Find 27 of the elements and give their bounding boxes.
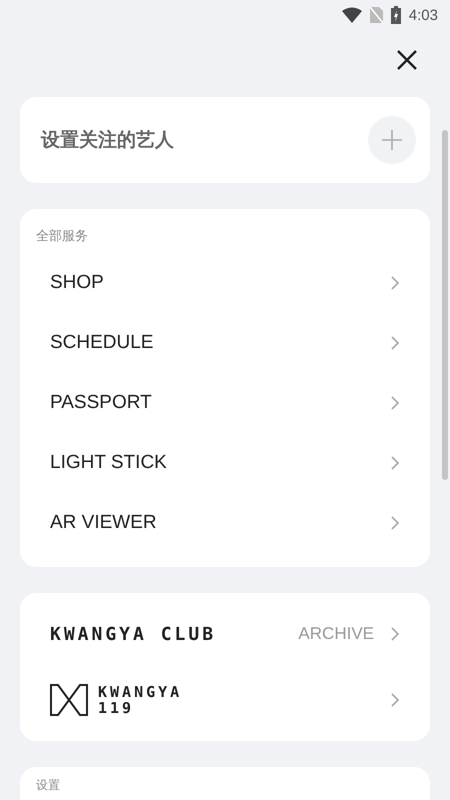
chevron-icon xyxy=(390,335,400,351)
section-title: 全部服务 xyxy=(35,227,89,245)
logo-icon xyxy=(50,684,88,716)
wifi-icon xyxy=(342,7,362,23)
chevron-icon xyxy=(390,275,400,291)
menu-item[interactable]: SCHEDULE xyxy=(20,313,430,373)
chevron-icon xyxy=(390,395,400,411)
logo-text[interactable]: KWANGYA 119 xyxy=(98,684,182,716)
plus-icon xyxy=(381,129,403,151)
chevron-icon xyxy=(390,515,400,531)
menu-item[interactable]: LIGHT STICK xyxy=(20,433,430,493)
status-time: 4:03 xyxy=(408,6,438,24)
menu-item[interactable]: AR VIEWER xyxy=(20,493,430,553)
chevron-icon xyxy=(390,455,400,471)
no-sim-icon xyxy=(370,7,383,23)
menu-item[interactable]: PASSPORT xyxy=(20,373,430,433)
battery-icon xyxy=(390,6,401,24)
add-button[interactable] xyxy=(368,116,416,164)
follow-artist-card[interactable]: 设置关注的艺人 xyxy=(20,97,430,183)
club-logo-text[interactable]: KWANGYA CLUB xyxy=(50,624,216,644)
follow-artist-label: 设置关注的艺人 xyxy=(41,128,174,153)
close-icon xyxy=(396,49,418,71)
menu-item[interactable]: SHOP xyxy=(20,253,430,313)
section-title: 设置 xyxy=(36,777,61,794)
chevron-icon xyxy=(390,692,400,708)
scrollbar[interactable] xyxy=(442,130,448,480)
chevron-icon xyxy=(390,626,400,642)
